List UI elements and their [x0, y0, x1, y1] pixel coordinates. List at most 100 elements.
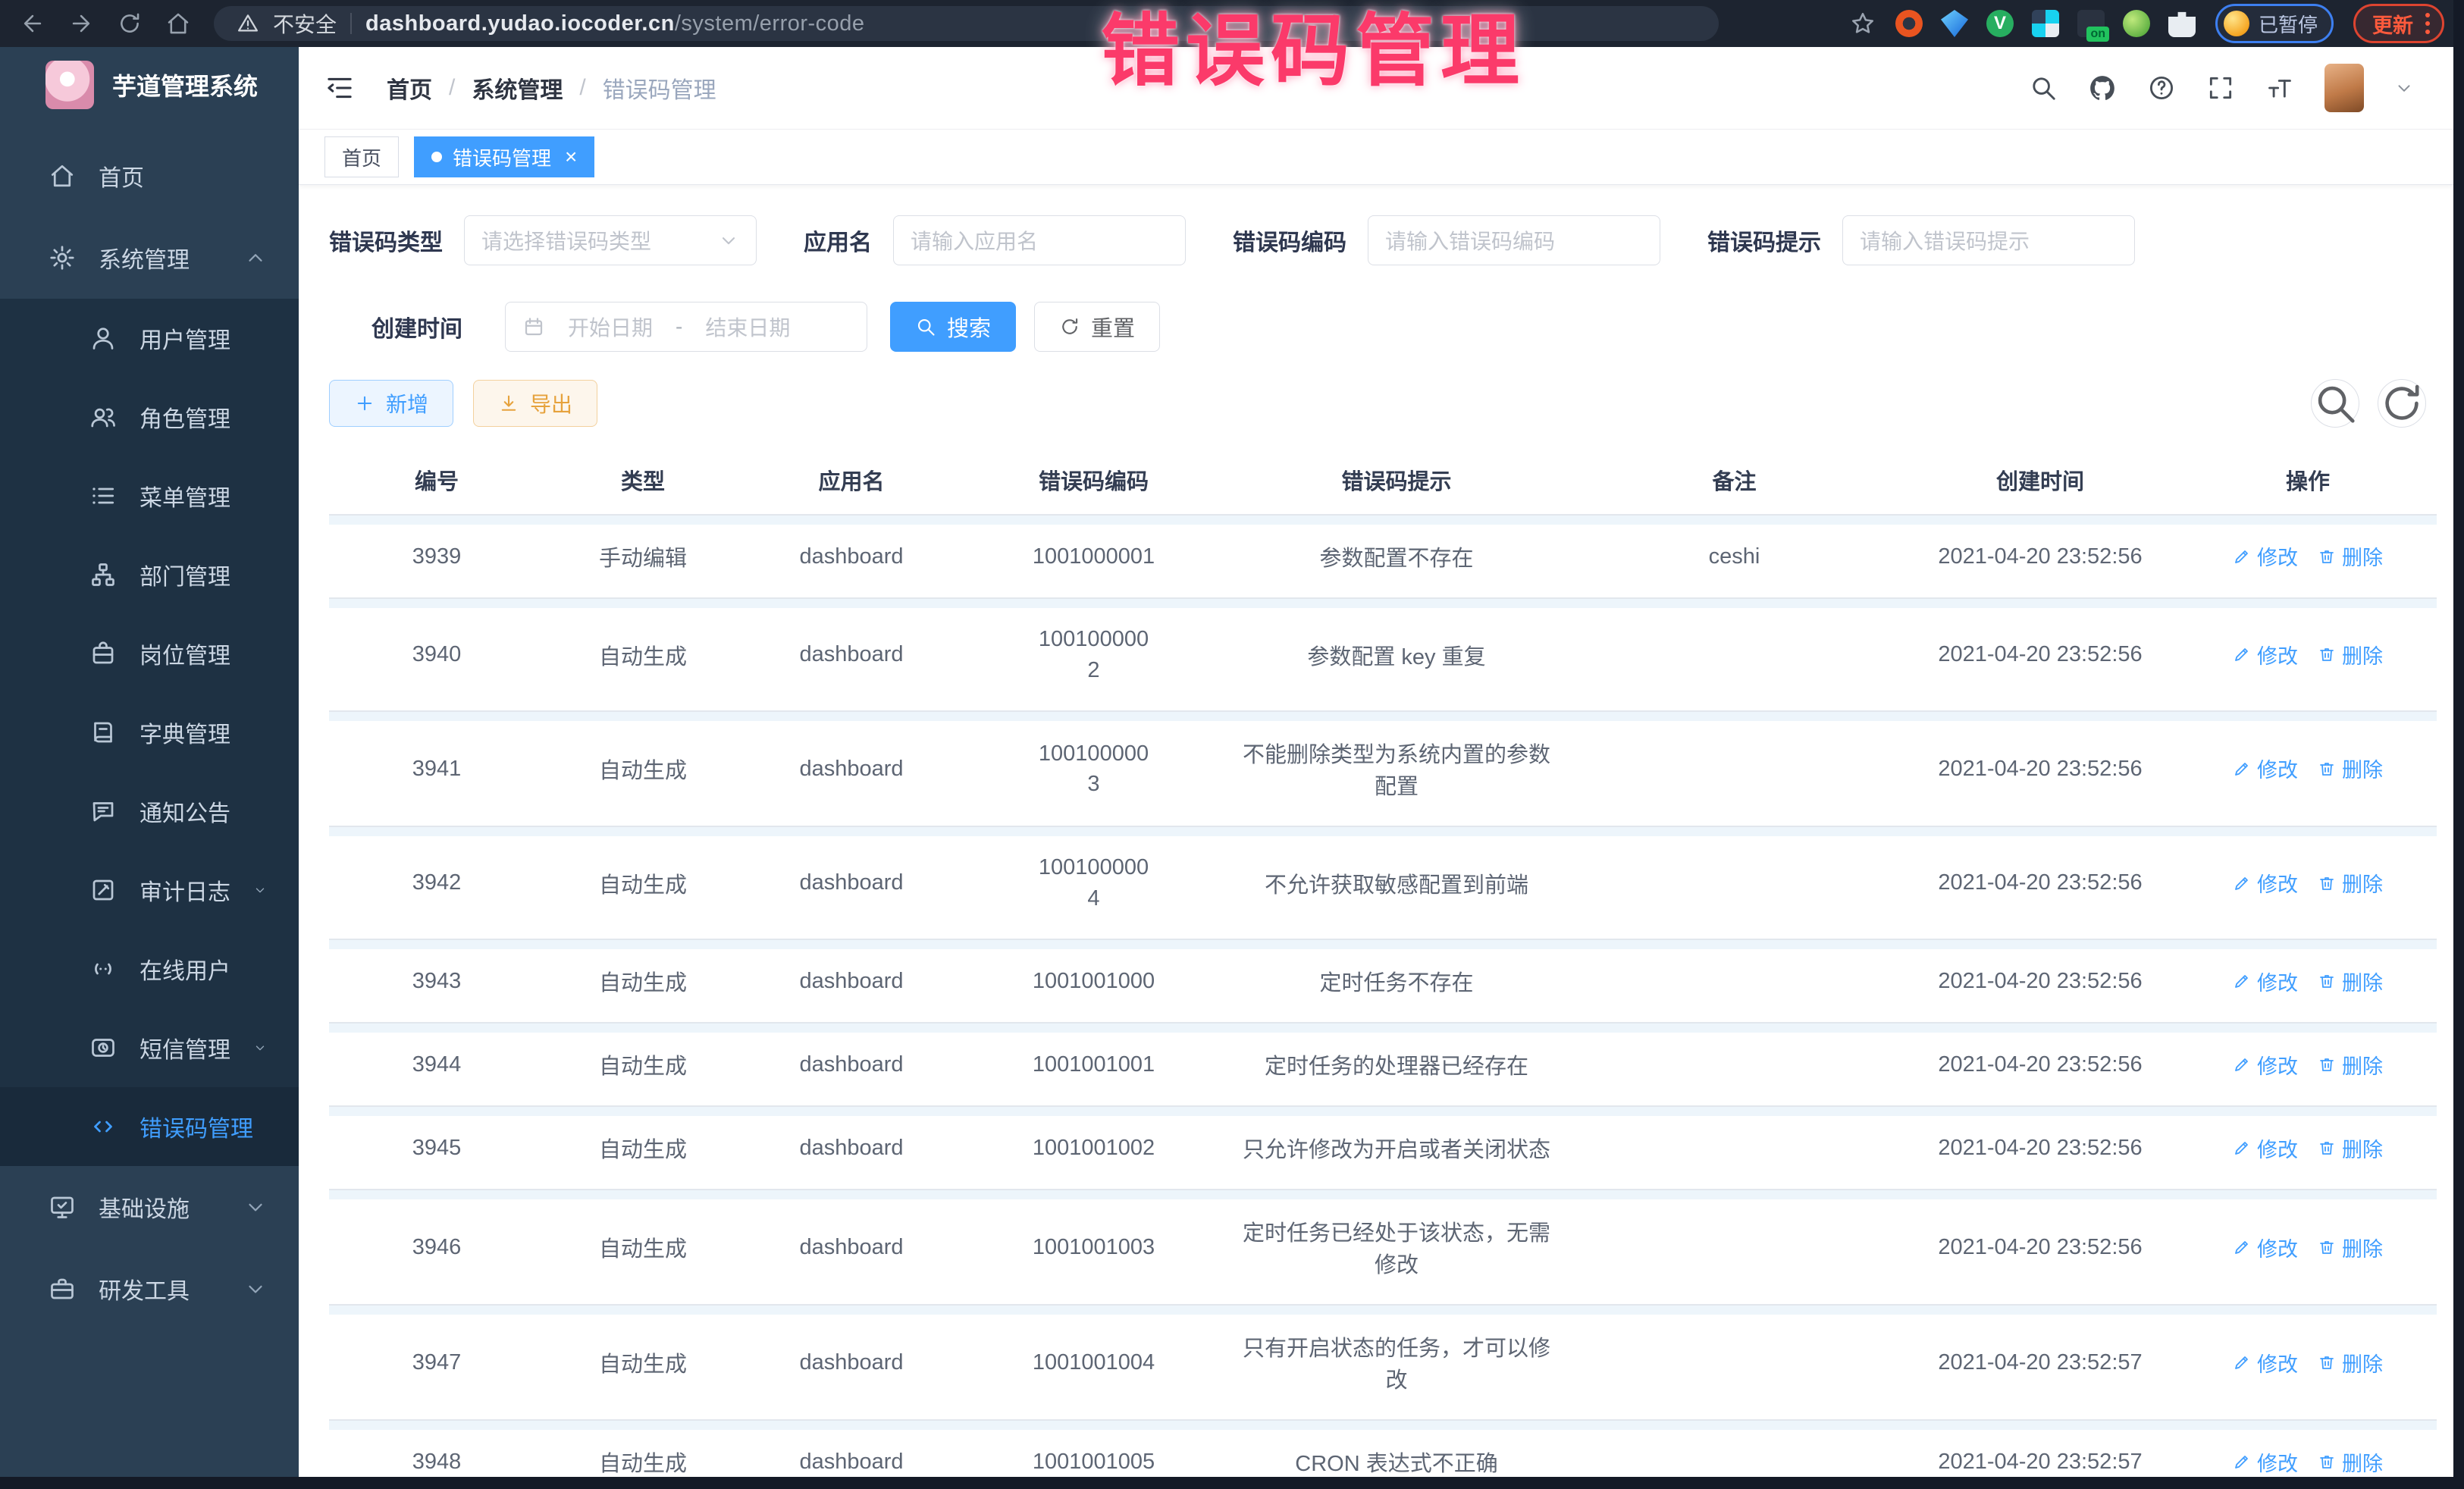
delete-link[interactable]: 删除 [2318, 967, 2383, 996]
table-row: 3947自动生成dashboard1001001004只有开启状态的任务，才可以… [329, 1305, 2437, 1420]
cell-operations: 修改删除 [2179, 515, 2437, 598]
sidebar-item-role[interactable]: 角色管理 [0, 378, 299, 456]
bookmark-star-icon[interactable] [1850, 11, 1876, 36]
edit-link[interactable]: 修改 [2233, 1348, 2298, 1378]
help-icon[interactable] [2147, 74, 2176, 102]
delete-link[interactable]: 删除 [2318, 1050, 2383, 1080]
breadcrumb-item[interactable]: 系统管理 [472, 71, 563, 105]
cell: 2021-04-20 23:52:56 [1901, 1023, 2179, 1106]
cell [1567, 1106, 1901, 1190]
sidebar-item-home[interactable]: 首页 [0, 135, 299, 217]
table-toolbar: 新增 导出 [329, 379, 2437, 428]
delete-link[interactable]: 删除 [2318, 754, 2383, 783]
extension-ubuntu-icon[interactable] [1895, 10, 1923, 37]
search-icon[interactable] [2029, 74, 2058, 102]
sidebar-item-online-user[interactable]: 在线用户 [0, 929, 299, 1008]
cell: 手动编辑 [544, 515, 741, 598]
sidebar-collapse-icon[interactable] [324, 73, 355, 103]
browser-update-button[interactable]: 更新 [2353, 4, 2444, 43]
sidebar-item-dict[interactable]: 字典管理 [0, 693, 299, 772]
sidebar-logo-row[interactable]: 芋道管理系统 [0, 47, 299, 123]
delete-link[interactable]: 删除 [2318, 868, 2383, 898]
screen: 不安全 dashboard.yudao.iocoder.cn/system/er… [0, 0, 2464, 1489]
forward-icon[interactable] [68, 11, 94, 36]
toolbar-right [2311, 379, 2426, 428]
user-avatar[interactable] [2324, 64, 2364, 112]
chevron-down-icon [244, 1277, 267, 1300]
profile-paused-badge[interactable]: 已暂停 [2215, 4, 2334, 43]
edit-link[interactable]: 修改 [2233, 1233, 2298, 1262]
cell: 2021-04-20 23:52:57 [1901, 1305, 2179, 1420]
search-button[interactable]: 搜索 [890, 302, 1016, 352]
date-separator: - [676, 315, 682, 339]
extension-grid-icon[interactable] [2032, 10, 2059, 37]
reload-icon[interactable] [117, 11, 143, 36]
github-icon[interactable] [2088, 74, 2117, 102]
edit-link[interactable]: 修改 [2233, 640, 2298, 669]
chrome-menu-icon[interactable] [2425, 13, 2430, 34]
tag-close-icon[interactable]: × [565, 146, 577, 168]
error-type-select[interactable]: 请选择错误码类型 [464, 215, 757, 265]
extension-key-icon[interactable] [2123, 10, 2150, 37]
delete-link[interactable]: 删除 [2318, 541, 2383, 571]
delete-link[interactable]: 删除 [2318, 1133, 2383, 1163]
extension-greenv-icon[interactable]: V [1986, 10, 2014, 37]
edit-link[interactable]: 修改 [2233, 1050, 2298, 1080]
placeholder-text: 请输入错误码编码 [1385, 225, 1555, 255]
cell: 自动生成 [544, 1023, 741, 1106]
extension-gem-icon[interactable] [1941, 10, 1968, 37]
cell: dashboard [741, 598, 961, 711]
sidebar-item-label: 系统管理 [99, 241, 190, 274]
tag-item[interactable]: 首页 [324, 136, 399, 177]
export-button[interactable]: 导出 [473, 380, 597, 427]
sidebar-item-devtools[interactable]: 研发工具 [0, 1248, 299, 1330]
back-icon[interactable] [20, 11, 45, 36]
sidebar-item-error-code[interactable]: 错误码管理 [0, 1087, 299, 1166]
sidebar-item-infra[interactable]: 基础设施 [0, 1166, 299, 1248]
sidebar-item-sms[interactable]: 短信管理 [0, 1008, 299, 1087]
extension-on-icon[interactable] [2077, 10, 2105, 37]
edit-link[interactable]: 修改 [2233, 541, 2298, 571]
add-button[interactable]: 新增 [329, 380, 453, 427]
sidebar-item-audit-log[interactable]: 审计日志 [0, 851, 299, 929]
reset-button[interactable]: 重置 [1034, 302, 1160, 352]
cell: dashboard [741, 1106, 961, 1190]
edit-link[interactable]: 修改 [2233, 868, 2298, 898]
sidebar-item-user[interactable]: 用户管理 [0, 299, 299, 378]
refresh-table-button[interactable] [2378, 379, 2426, 428]
date-range-picker[interactable]: 开始日期 - 结束日期 [505, 302, 867, 352]
error-hint-input[interactable]: 请输入错误码提示 [1842, 215, 2135, 265]
breadcrumb-item: 错误码管理 [603, 71, 716, 105]
url-host: dashboard.yudao.iocoder.cn [365, 11, 675, 36]
cell [1567, 939, 1901, 1023]
edit-pencil-icon [2233, 1055, 2251, 1074]
cell-error-code: 1001001000 [961, 939, 1226, 1023]
sidebar-item-notice[interactable]: 通知公告 [0, 772, 299, 851]
column-header: 应用名 [741, 446, 961, 515]
breadcrumb-item[interactable]: 首页 [387, 71, 432, 105]
chevron-up-icon [244, 246, 267, 269]
font-size-icon[interactable] [2265, 74, 2294, 102]
app-name-input[interactable]: 请输入应用名 [893, 215, 1186, 265]
edit-link[interactable]: 修改 [2233, 1447, 2298, 1477]
tag-active[interactable]: 错误码管理× [414, 136, 594, 177]
sidebar-item-dept[interactable]: 部门管理 [0, 535, 299, 614]
fullscreen-icon[interactable] [2206, 74, 2235, 102]
delete-link[interactable]: 删除 [2318, 640, 2383, 669]
sidebar-item-menu[interactable]: 菜单管理 [0, 456, 299, 535]
error-code-input[interactable]: 请输入错误码编码 [1368, 215, 1660, 265]
avatar-caret-down-icon[interactable] [2394, 78, 2414, 98]
home-icon[interactable] [165, 11, 191, 36]
sidebar-item-system[interactable]: 系统管理 [0, 217, 299, 299]
breadcrumb-separator: / [449, 75, 455, 101]
trash-icon [2318, 972, 2336, 990]
show-search-toggle-button[interactable] [2311, 379, 2359, 428]
edit-link[interactable]: 修改 [2233, 1133, 2298, 1163]
delete-link[interactable]: 删除 [2318, 1348, 2383, 1378]
edit-link[interactable]: 修改 [2233, 754, 2298, 783]
delete-link[interactable]: 删除 [2318, 1233, 2383, 1262]
delete-link[interactable]: 删除 [2318, 1447, 2383, 1477]
edit-link[interactable]: 修改 [2233, 967, 2298, 996]
extension-puzzle-icon[interactable] [2168, 10, 2196, 37]
sidebar-item-post[interactable]: 岗位管理 [0, 614, 299, 693]
